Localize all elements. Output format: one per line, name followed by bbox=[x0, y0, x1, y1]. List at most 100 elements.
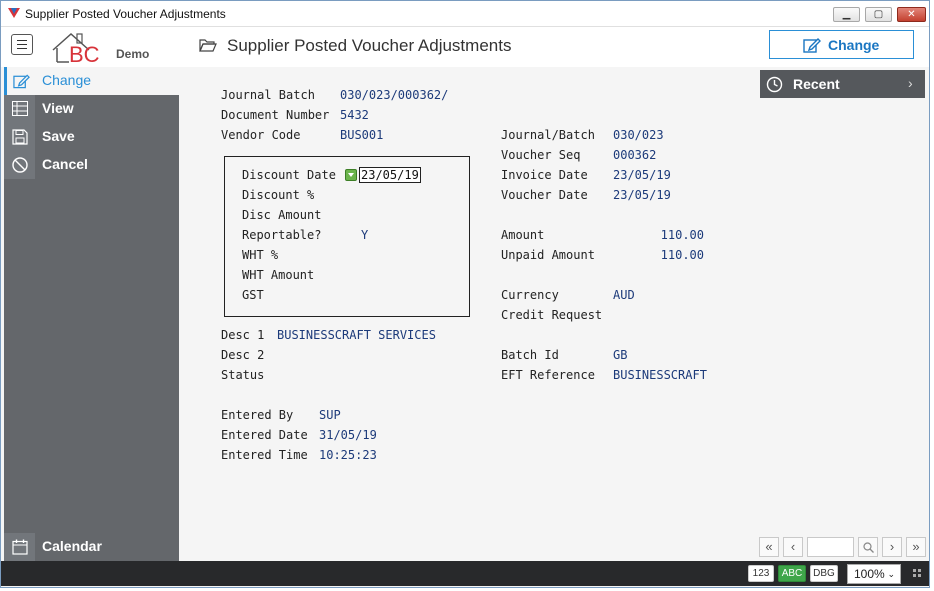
document-number-label: Document Number bbox=[221, 108, 330, 122]
title-bar: Supplier Posted Voucher Adjustments ▁ ▢ … bbox=[1, 1, 929, 27]
entered-time-value: 10:25:23 bbox=[319, 448, 377, 462]
discount-pct-label: Discount % bbox=[242, 188, 315, 202]
chevron-left-icon: ‹ bbox=[790, 539, 796, 554]
gst-label: GST bbox=[242, 288, 264, 302]
folder-open-icon bbox=[199, 39, 217, 52]
eft-reference-value: BUSINESSCRAFT bbox=[613, 368, 707, 382]
zoom-select[interactable]: 100% ⌄ bbox=[847, 564, 901, 584]
voucher-seq-value: 000362 bbox=[613, 148, 657, 162]
reportable-value[interactable]: Y bbox=[361, 228, 368, 242]
credit-request-label: Credit Request bbox=[501, 308, 603, 322]
voucher-date-value: 23/05/19 bbox=[613, 188, 671, 202]
amount-label: Amount bbox=[501, 228, 545, 242]
eft-reference-label: EFT Reference bbox=[501, 368, 595, 382]
amount-value: 110.00 bbox=[660, 228, 704, 242]
voucher-date-label: Voucher Date bbox=[501, 188, 588, 202]
app-header: BC Demo Supplier Posted Voucher Adjustme… bbox=[1, 27, 929, 67]
calendar-icon bbox=[12, 539, 28, 555]
batch-id-value: GB bbox=[613, 348, 628, 362]
double-chevron-right-icon: » bbox=[912, 539, 920, 554]
search-icon bbox=[862, 542, 874, 553]
entered-by-label: Entered By bbox=[221, 408, 294, 422]
desc2-label: Desc 2 bbox=[221, 348, 265, 362]
unpaid-amount-value: 110.00 bbox=[660, 248, 704, 262]
invoice-date-label: Invoice Date bbox=[501, 168, 588, 182]
currency-value: AUD bbox=[613, 288, 635, 302]
numeric-mode-badge[interactable]: 123 bbox=[748, 565, 774, 582]
vendor-code-label: Vendor Code bbox=[221, 128, 301, 142]
sidebar: Change View Save Cancel Calendar bbox=[4, 67, 179, 561]
desc1-label: Desc 1 bbox=[221, 328, 265, 342]
chevron-right-icon: › bbox=[908, 75, 913, 91]
unpaid-amount-label: Unpaid Amount bbox=[501, 248, 595, 262]
chevron-down-icon: ⌄ bbox=[887, 569, 895, 579]
first-record-button[interactable]: « bbox=[759, 537, 779, 557]
entered-date-value: 31/05/19 bbox=[319, 428, 377, 442]
discount-date-input[interactable]: 23/05/19 bbox=[359, 167, 421, 183]
double-chevron-left-icon: « bbox=[765, 539, 773, 554]
close-icon: ✕ bbox=[907, 9, 916, 20]
journal-batch-value[interactable]: 030/023/000362/ bbox=[340, 88, 448, 102]
journal-batch-label: Journal Batch bbox=[221, 88, 315, 102]
debug-mode-badge[interactable]: DBG bbox=[810, 565, 838, 582]
sidebar-item-label: Cancel bbox=[42, 156, 88, 172]
pencil-icon bbox=[803, 38, 821, 53]
clock-icon bbox=[766, 76, 783, 93]
sidebar-item-label: Change bbox=[42, 72, 92, 88]
recent-panel-button[interactable]: Recent › bbox=[760, 70, 925, 98]
table-icon bbox=[12, 101, 28, 116]
main-content: Journal Batch 030/023/000362/ Document N… bbox=[179, 67, 929, 561]
sidebar-item-calendar[interactable]: Calendar bbox=[4, 533, 179, 561]
previous-record-button[interactable]: ‹ bbox=[783, 537, 803, 557]
document-number-value[interactable]: 5432 bbox=[340, 108, 369, 122]
entered-date-label: Entered Date bbox=[221, 428, 308, 442]
window-title: Supplier Posted Voucher Adjustments bbox=[25, 7, 226, 21]
invoice-date-value: 23/05/19 bbox=[613, 168, 671, 182]
close-button[interactable]: ✕ bbox=[897, 7, 926, 22]
batch-id-label: Batch Id bbox=[501, 348, 559, 362]
recent-label: Recent bbox=[793, 76, 840, 92]
journal-slash-batch-label: Journal/Batch bbox=[501, 128, 595, 142]
floppy-disk-icon bbox=[12, 129, 28, 145]
zoom-value: 100% bbox=[854, 567, 885, 581]
sidebar-item-label: Save bbox=[42, 128, 75, 144]
status-bar: 123 ABC DBG 100% ⌄ bbox=[1, 561, 929, 586]
change-button[interactable]: Change bbox=[769, 30, 914, 59]
app-window: Supplier Posted Voucher Adjustments ▁ ▢ … bbox=[0, 0, 930, 588]
minimize-icon: ▁ bbox=[842, 9, 851, 20]
desc1-value[interactable]: BUSINESSCRAFT SERVICES bbox=[277, 328, 436, 342]
entered-time-label: Entered Time bbox=[221, 448, 308, 462]
entered-by-value: SUP bbox=[319, 408, 341, 422]
change-button-label: Change bbox=[828, 37, 880, 53]
wht-amount-label: WHT Amount bbox=[242, 268, 315, 282]
sidebar-item-cancel[interactable]: Cancel bbox=[4, 151, 179, 179]
hamburger-menu-button[interactable] bbox=[11, 34, 33, 55]
discount-date-label: Discount Date bbox=[242, 168, 336, 182]
maximize-button[interactable]: ▢ bbox=[865, 7, 892, 22]
cancel-icon bbox=[12, 157, 28, 173]
search-record-button[interactable] bbox=[858, 537, 878, 557]
logo-demo-text: Demo bbox=[116, 47, 150, 61]
abc-mode-badge[interactable]: ABC bbox=[778, 565, 806, 582]
svg-text:BC: BC bbox=[69, 42, 100, 64]
chevron-right-icon: › bbox=[889, 539, 895, 554]
disc-amount-label: Disc Amount bbox=[242, 208, 322, 222]
journal-slash-batch-value: 030/023 bbox=[613, 128, 664, 142]
sidebar-item-save[interactable]: Save bbox=[4, 123, 179, 151]
last-record-button[interactable]: » bbox=[906, 537, 926, 557]
maximize-icon: ▢ bbox=[873, 9, 884, 20]
currency-label: Currency bbox=[501, 288, 559, 302]
record-pager: « ‹ › » bbox=[179, 537, 929, 557]
sidebar-item-label: View bbox=[42, 100, 74, 116]
minimize-button[interactable]: ▁ bbox=[833, 7, 860, 22]
app-logo-icon bbox=[8, 8, 20, 18]
record-number-input[interactable] bbox=[807, 537, 854, 557]
resize-grip-icon[interactable] bbox=[913, 569, 921, 577]
page-title: Supplier Posted Voucher Adjustments bbox=[227, 36, 512, 55]
dropdown-arrow-icon[interactable] bbox=[345, 169, 357, 181]
vendor-code-value[interactable]: BUS001 bbox=[340, 128, 383, 142]
sidebar-item-change[interactable]: Change bbox=[4, 67, 179, 95]
next-record-button[interactable]: › bbox=[882, 537, 902, 557]
sidebar-item-view[interactable]: View bbox=[4, 95, 179, 123]
status-label: Status bbox=[221, 368, 265, 382]
